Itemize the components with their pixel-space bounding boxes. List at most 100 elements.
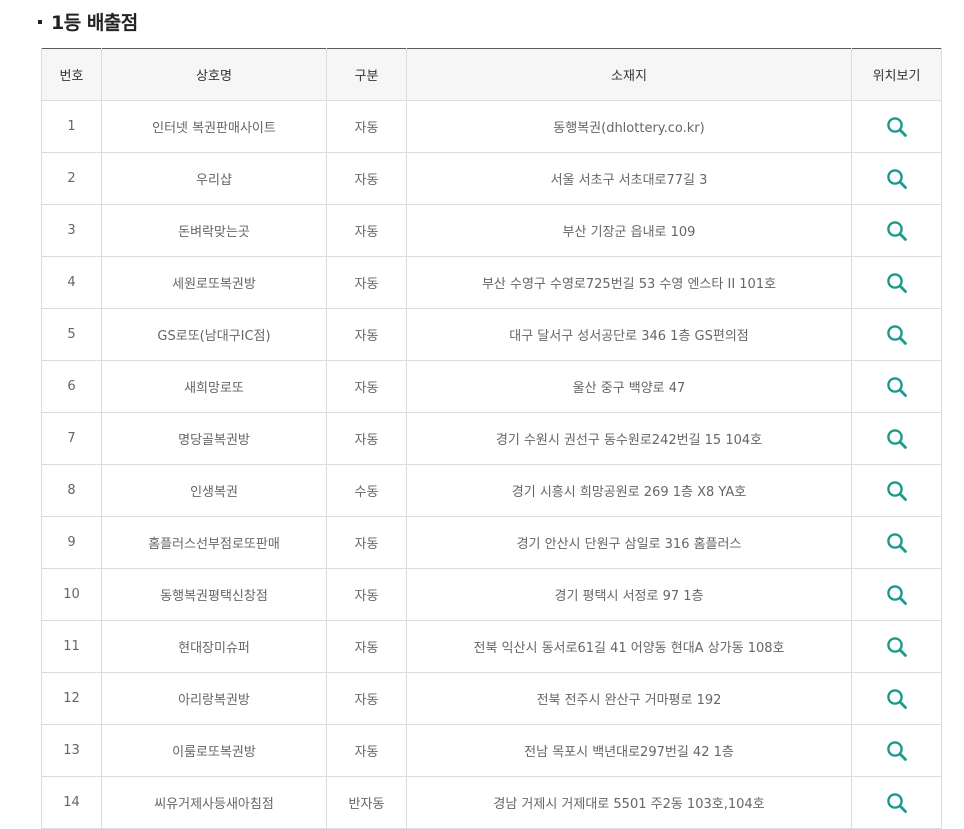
table-row: 14 씨유거제사등새아침점 반자동 경남 거제시 거제대로 5501 주2동 103호… [41,776,942,829]
row-type: 자동 [326,516,407,569]
row-location-cell [851,568,942,621]
row-type: 자동 [326,360,407,413]
row-location-cell [851,308,942,361]
row-location-cell [851,100,942,153]
header-name: 상호명 [101,48,327,101]
row-address: 경기 시흥시 희망공원로 269 1층 X8 YA호 [406,464,852,517]
row-type: 자동 [326,204,407,257]
row-location-cell [851,724,942,777]
row-no: 13 [41,724,102,777]
row-store-name: GS로또(남대구IC점) [101,308,327,361]
search-icon [886,168,907,189]
row-type: 반자동 [326,776,407,829]
section-title: 1등 배출점 [38,8,138,34]
row-no: 3 [41,204,102,257]
row-location-cell [851,776,942,829]
row-address: 서울 서초구 서초대로77길 3 [406,152,852,205]
search-icon [886,584,907,605]
view-location-button[interactable] [883,789,911,817]
row-address: 부산 수영구 수영로725번길 53 수영 엔스타 II 101호 [406,256,852,309]
table-row: 6 새희망로또 자동 울산 중구 백양로 47 [41,360,942,413]
view-location-button[interactable] [883,113,911,141]
row-type: 자동 [326,100,407,153]
view-location-button[interactable] [883,685,911,713]
row-address: 경남 거제시 거제대로 5501 주2동 103호,104호 [406,776,852,829]
header-no: 번호 [41,48,102,101]
row-store-name: 우리샵 [101,152,327,205]
row-address: 경기 안산시 단원구 삼일로 316 홈플러스 [406,516,852,569]
row-no: 2 [41,152,102,205]
view-location-button[interactable] [883,737,911,765]
view-location-button[interactable] [883,633,911,661]
search-icon [886,636,907,657]
row-no: 9 [41,516,102,569]
search-icon [886,116,907,137]
row-store-name: 명당골복권방 [101,412,327,465]
row-no: 11 [41,620,102,673]
row-address: 대구 달서구 성서공단로 346 1층 GS편의점 [406,308,852,361]
row-type: 자동 [326,152,407,205]
row-type: 자동 [326,308,407,361]
row-address: 전남 목포시 백년대로297번길 42 1층 [406,724,852,777]
table-body: 1 인터넷 복권판매사이트 자동 동행복권(dhlottery.co.kr) 2 우리샵 자… [41,100,942,829]
table-row: 3 돈벼락맞는곳 자동 부산 기장군 읍내로 109 [41,204,942,257]
row-location-cell [851,516,942,569]
row-type: 자동 [326,568,407,621]
search-icon [886,688,907,709]
row-type: 자동 [326,412,407,465]
table-row: 5 GS로또(남대구IC점) 자동 대구 달서구 성서공단로 346 1층 GS편의점 [41,308,942,361]
view-location-button[interactable] [883,321,911,349]
search-icon [886,272,907,293]
row-address: 경기 수원시 권선구 동수원로242번길 15 104호 [406,412,852,465]
row-no: 10 [41,568,102,621]
row-store-name: 아리랑복권방 [101,672,327,725]
table-row: 12 아리랑복권방 자동 전북 전주시 완산구 거마평로 192 [41,672,942,725]
search-icon [886,480,907,501]
view-location-button[interactable] [883,529,911,557]
row-location-cell [851,152,942,205]
table-row: 11 현대장미슈퍼 자동 전북 익산시 동서로61길 41 어양동 현대A 상가동 1… [41,620,942,673]
row-location-cell [851,672,942,725]
table-row: 4 세원로또복권방 자동 부산 수영구 수영로725번길 53 수영 엔스타 II 1… [41,256,942,309]
title-bullet-icon [38,20,42,24]
row-store-name: 인생복권 [101,464,327,517]
search-icon [886,740,907,761]
row-no: 1 [41,100,102,153]
row-location-cell [851,464,942,517]
row-no: 6 [41,360,102,413]
search-icon [886,428,907,449]
row-no: 5 [41,308,102,361]
row-type: 자동 [326,724,407,777]
search-icon [886,532,907,553]
view-location-button[interactable] [883,269,911,297]
row-address: 전북 익산시 동서로61길 41 어양동 현대A 상가동 108호 [406,620,852,673]
table-row: 2 우리샵 자동 서울 서초구 서초대로77길 3 [41,152,942,205]
row-store-name: 인터넷 복권판매사이트 [101,100,327,153]
table-row: 10 동행복권평택신창점 자동 경기 평택시 서정로 97 1층 [41,568,942,621]
row-address: 부산 기장군 읍내로 109 [406,204,852,257]
view-location-button[interactable] [883,373,911,401]
table-row: 13 이룸로또복권방 자동 전남 목포시 백년대로297번길 42 1층 [41,724,942,777]
table-row: 8 인생복권 수동 경기 시흥시 희망공원로 269 1층 X8 YA호 [41,464,942,517]
row-no: 7 [41,412,102,465]
row-store-name: 돈벼락맞는곳 [101,204,327,257]
winning-stores-table: 번호 상호명 구분 소재지 위치보기 1 인터넷 복권판매사이트 자동 동행복권(dh… [41,48,942,829]
winning-stores-table-wrap: 번호 상호명 구분 소재지 위치보기 1 인터넷 복권판매사이트 자동 동행복권(dh… [41,48,942,829]
view-location-button[interactable] [883,477,911,505]
table-row: 7 명당골복권방 자동 경기 수원시 권선구 동수원로242번길 15 104호 [41,412,942,465]
row-no: 12 [41,672,102,725]
row-store-name: 씨유거제사등새아침점 [101,776,327,829]
row-no: 14 [41,776,102,829]
view-location-button[interactable] [883,217,911,245]
row-address: 울산 중구 백양로 47 [406,360,852,413]
row-location-cell [851,360,942,413]
view-location-button[interactable] [883,581,911,609]
row-store-name: 현대장미슈퍼 [101,620,327,673]
table-row: 9 홈플러스선부점로또판매 자동 경기 안산시 단원구 삼일로 316 홈플러스 [41,516,942,569]
view-location-button[interactable] [883,165,911,193]
row-type: 수동 [326,464,407,517]
row-location-cell [851,204,942,257]
row-type: 자동 [326,620,407,673]
header-location: 위치보기 [851,48,942,101]
view-location-button[interactable] [883,425,911,453]
